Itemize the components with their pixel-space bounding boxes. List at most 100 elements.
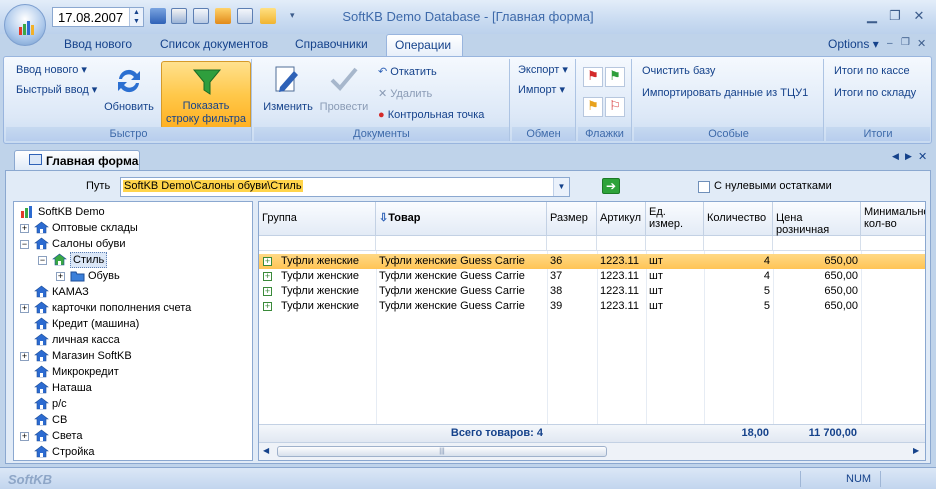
col-header-artikul[interactable]: Артикул <box>597 202 646 236</box>
tab-spravochniki[interactable]: Справочники <box>287 34 376 56</box>
tab-vvod-novogo[interactable]: Ввод нового <box>56 34 140 56</box>
tree-item-label: р/с <box>52 398 67 410</box>
col-header-tsena[interactable]: Цена розничная <box>773 202 861 236</box>
bystry-vvod-menu[interactable]: Быстрый ввод ▾ <box>16 83 97 96</box>
edit-icon <box>275 66 298 92</box>
tree-item[interactable]: Наташа <box>14 380 252 396</box>
tree-item[interactable]: + Магазин SoftKB <box>14 348 252 364</box>
collapse-icon[interactable]: − <box>20 240 29 249</box>
data-grid[interactable]: Группа ⇩Товар Размер Артикул Ед. измер. … <box>258 201 926 461</box>
filter-cell[interactable] <box>704 236 773 251</box>
scroll-left-icon[interactable]: ◀ <box>263 446 269 455</box>
row-expand-icon[interactable]: + <box>263 302 272 311</box>
filter-cell[interactable] <box>646 236 704 251</box>
filter-cell[interactable] <box>376 236 547 251</box>
filter-cell[interactable] <box>773 236 861 251</box>
col-header-kolichestvo[interactable]: Количество <box>704 202 773 236</box>
tab-scroll-left-icon[interactable]: ◀ <box>892 151 899 162</box>
options-menu[interactable]: Options ▾ <box>824 34 883 56</box>
restore-icon[interactable]: ❐ <box>886 8 904 24</box>
totals-shop-button[interactable]: Итоги по кассе <box>834 65 910 77</box>
flag-green-icon[interactable]: ⚑ <box>605 67 625 87</box>
tree-item[interactable]: − Стиль <box>14 252 252 268</box>
path-combobox[interactable]: SoftKB Demo\Салоны обуви\Стиль ▼ <box>120 177 570 197</box>
tab-scroll-right-icon[interactable]: ▶ <box>905 151 912 162</box>
provesti-label: Провести <box>319 101 369 113</box>
col-header-razmer[interactable]: Размер <box>547 202 597 236</box>
col-header-min-kol[interactable]: Минимально кол-во <box>861 202 925 236</box>
go-arrow-button[interactable]: ➔ <box>602 178 620 194</box>
otkatit-button[interactable]: ↶ Откатить <box>378 65 437 78</box>
table-cell: 1223.11 <box>600 270 639 282</box>
table-cell: Туфли женские <box>281 300 360 312</box>
import-tcu-button[interactable]: Импортировать данные из ТЦУ1 <box>642 87 808 99</box>
tree-item[interactable]: + карточки пополнения счета <box>14 300 252 316</box>
col-header-ed-izmer[interactable]: Ед. измер. <box>646 202 704 236</box>
tab-close-icon[interactable]: ✕ <box>918 150 927 163</box>
tree-item[interactable]: Микрокредит <box>14 364 252 380</box>
totals-stock-button[interactable]: Итоги по складу <box>834 87 916 99</box>
app-orb-button[interactable] <box>4 4 46 46</box>
expand-icon[interactable]: + <box>20 352 29 361</box>
row-expand-icon[interactable]: + <box>263 272 272 281</box>
tree-item[interactable]: + Обувь <box>14 268 252 284</box>
table-cell <box>861 269 925 284</box>
filter-cell[interactable] <box>259 236 376 251</box>
show-filter-row-button[interactable]: Показать строку фильтра <box>161 61 251 129</box>
col-header-tovar[interactable]: ⇩Товар <box>376 202 547 236</box>
filter-cell[interactable] <box>597 236 646 251</box>
tab-spisok-dokumentov[interactable]: Список документов <box>152 34 276 56</box>
expand-icon[interactable]: + <box>20 224 29 233</box>
udalit-button[interactable]: ✕ Удалить <box>378 87 432 100</box>
table-row[interactable]: Туфли женские Туфли женские Guess Carrie 3… <box>259 299 925 314</box>
izmenit-button[interactable]: Изменить <box>258 63 314 123</box>
tree-item-label: Стиль <box>70 252 108 268</box>
row-expand-icon[interactable]: + <box>263 287 272 296</box>
tree-item[interactable]: р/с <box>14 396 252 412</box>
softkb-logo: SoftKB <box>8 472 53 487</box>
horizontal-scrollbar[interactable]: ◀ ||| ▶ <box>259 442 925 460</box>
tree-item[interactable]: + Света <box>14 428 252 444</box>
collapse-icon[interactable]: − <box>38 256 47 265</box>
tree-item[interactable]: Кредит (машина) <box>14 316 252 332</box>
table-row[interactable]: Туфли женские Туфли женские Guess Carrie 3… <box>259 254 925 269</box>
tree-item[interactable]: КАМАЗ <box>14 284 252 300</box>
tree-view[interactable]: SoftKB Demo + Оптовые склады − Салоны обуви −… <box>13 201 253 461</box>
scroll-right-icon[interactable]: ▶ <box>913 446 919 455</box>
export-menu[interactable]: Экспорт ▾ <box>518 63 568 76</box>
provesti-button[interactable]: Провести <box>316 63 372 123</box>
obnovit-button[interactable]: Обновить <box>102 65 156 125</box>
table-row[interactable]: Туфли женские Туфли женские Guess Carrie 3… <box>259 269 925 284</box>
tree-item[interactable]: − Салоны обуви <box>14 236 252 252</box>
col-header-gruppa[interactable]: Группа <box>259 202 376 236</box>
scroll-thumb[interactable]: ||| <box>277 446 607 457</box>
flag-clear-icon[interactable]: ⚐ <box>605 97 625 117</box>
tab-glavnaya-forma[interactable]: Главная форма <box>14 150 140 170</box>
tree-item[interactable]: личная касса <box>14 332 252 348</box>
vvod-novogo-menu[interactable]: Ввод нового ▾ <box>16 63 87 76</box>
kontrol-tochka-button[interactable]: ● Контрольная точка <box>378 109 484 121</box>
zero-stock-checkbox[interactable] <box>698 181 710 193</box>
minimize-icon[interactable]: ▁ <box>863 8 881 24</box>
chevron-down-icon[interactable]: ▼ <box>553 178 569 196</box>
tree-item[interactable]: SoftKB Demo <box>14 204 252 220</box>
flag-red-icon[interactable]: ⚑ <box>583 67 603 87</box>
tab-operatsii[interactable]: Операции <box>386 34 463 56</box>
filter-row[interactable] <box>259 236 925 251</box>
row-expand-icon[interactable]: + <box>263 257 272 266</box>
mdi-minimize-icon[interactable]: – <box>887 38 893 49</box>
tree-item[interactable]: Стройка <box>14 444 252 460</box>
tree-item[interactable]: СВ <box>14 412 252 428</box>
filter-cell[interactable] <box>547 236 597 251</box>
expand-icon[interactable]: + <box>20 432 29 441</box>
mdi-close-icon[interactable]: ✕ <box>917 37 926 50</box>
import-menu[interactable]: Импорт ▾ <box>518 83 565 96</box>
flag-yellow-icon[interactable]: ⚑ <box>583 97 603 117</box>
expand-icon[interactable]: + <box>20 304 29 313</box>
mdi-restore-icon[interactable]: ❐ <box>901 37 910 48</box>
close-icon[interactable]: ✕ <box>910 8 928 24</box>
clear-db-button[interactable]: Очистить базу <box>642 65 715 77</box>
expand-icon[interactable]: + <box>56 272 65 281</box>
tree-item[interactable]: + Оптовые склады <box>14 220 252 236</box>
table-row[interactable]: Туфли женские Туфли женские Guess Carrie 3… <box>259 284 925 299</box>
